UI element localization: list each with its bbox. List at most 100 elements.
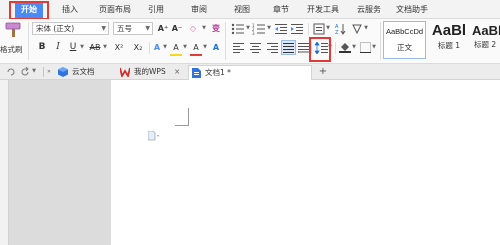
- increase-indent-icon[interactable]: [291, 23, 303, 35]
- divider: [311, 42, 312, 54]
- chevron-down-icon: ▼: [145, 25, 150, 32]
- show-hide-marks-icon[interactable]: [351, 23, 363, 35]
- chevron-down-icon[interactable]: ▼: [327, 41, 333, 54]
- tab-my-wps[interactable]: 我的WPS ×: [118, 65, 183, 80]
- sort-icon[interactable]: AZ: [335, 23, 347, 35]
- justify-icon: [283, 43, 294, 53]
- grow-font-button[interactable]: A⁺: [156, 22, 170, 35]
- menu-document-assistant[interactable]: 文档助手: [396, 3, 428, 17]
- tab-document-1[interactable]: 文档1 *: [188, 65, 312, 80]
- menu-developer-tools[interactable]: 开发工具: [307, 3, 339, 17]
- align-right-icon[interactable]: [267, 43, 278, 53]
- chevron-down-icon[interactable]: ▼: [351, 41, 357, 54]
- tab-cloud-docs[interactable]: 云文档: [56, 65, 112, 80]
- style-heading-2[interactable]: AaBb 标题 2: [472, 21, 500, 59]
- font-color-button[interactable]: A: [190, 41, 202, 54]
- align-center-icon[interactable]: [250, 43, 261, 53]
- style-normal-label: 正文: [397, 43, 412, 52]
- menu-references[interactable]: 引用: [148, 3, 164, 17]
- chevron-down-icon[interactable]: ▼: [31, 65, 37, 78]
- svg-text:3: 3: [252, 31, 255, 35]
- bullet-list-icon[interactable]: [231, 23, 245, 35]
- numbered-list-icon[interactable]: 1 2 3: [252, 23, 266, 35]
- chevron-down-icon[interactable]: ▼: [245, 22, 251, 35]
- highlight-color-bar: [170, 54, 182, 56]
- refresh-icon[interactable]: [20, 67, 30, 77]
- font-size-value: 五号: [117, 24, 132, 33]
- phonetic-guide-icon[interactable]: 变: [210, 22, 222, 35]
- chevron-down-icon[interactable]: ▼: [325, 22, 331, 35]
- chinese-layout-icon[interactable]: [313, 23, 325, 35]
- divider: [380, 22, 381, 60]
- divider: [43, 67, 44, 77]
- chevron-down-icon[interactable]: ▼: [202, 41, 208, 54]
- divider: [308, 23, 309, 35]
- tab-my-wps-label: 我的WPS: [134, 67, 166, 76]
- wps-logo-icon: [120, 67, 130, 77]
- font-color-bar: [190, 54, 202, 56]
- superscript-button[interactable]: X²: [111, 41, 127, 54]
- justify-button[interactable]: [281, 40, 296, 55]
- menu-review[interactable]: 审阅: [191, 3, 207, 17]
- style-normal-sample: AaBbCcDd: [385, 27, 424, 36]
- style-heading-1-sample: AaBl: [431, 22, 467, 39]
- divider: [225, 22, 226, 60]
- format-painter-icon: [5, 22, 21, 37]
- more-tabs-icon[interactable]: »: [46, 65, 52, 78]
- divider: [335, 42, 336, 54]
- strikethrough-button[interactable]: AB: [87, 41, 103, 54]
- highlighter-icon: A: [173, 43, 179, 52]
- tab-cloud-docs-label: 云文档: [72, 67, 95, 76]
- chevron-down-icon[interactable]: ▼: [162, 41, 168, 54]
- menu-home[interactable]: 开始: [15, 2, 43, 18]
- chevron-down-icon[interactable]: ▼: [371, 41, 377, 54]
- chevron-down-icon[interactable]: ▼: [102, 41, 108, 54]
- cloud-sync-icon[interactable]: [6, 67, 16, 77]
- style-heading-2-sample: AaBb: [472, 23, 500, 38]
- document-tab-bar: ▼ » 云文档 我的WPS × 文档1 * +: [0, 64, 500, 80]
- new-tab-button[interactable]: +: [318, 65, 328, 78]
- menu-insert[interactable]: 插入: [62, 3, 78, 17]
- svg-text:Z: Z: [335, 30, 339, 35]
- format-painter-button[interactable]: 格式刷: [0, 21, 26, 61]
- close-icon[interactable]: ×: [174, 65, 180, 79]
- font-name-value: 宋体 (正文): [36, 24, 75, 33]
- divider: [149, 42, 150, 54]
- style-normal[interactable]: AaBbCcDd 正文: [383, 21, 426, 59]
- document-page[interactable]: [111, 80, 500, 245]
- distributed-align-icon[interactable]: [298, 43, 310, 53]
- cube-icon: [58, 67, 68, 77]
- decrease-indent-icon[interactable]: [275, 23, 287, 35]
- chevron-down-icon[interactable]: ▼: [266, 22, 272, 35]
- chevron-down-icon[interactable]: ▼: [182, 41, 188, 54]
- chevron-down-icon[interactable]: ▼: [363, 22, 369, 35]
- subscript-button[interactable]: X₂: [130, 41, 146, 54]
- bold-button[interactable]: B: [36, 41, 48, 54]
- char-border-icon[interactable]: A: [210, 41, 222, 54]
- shrink-font-button[interactable]: A⁻: [170, 22, 184, 35]
- style-heading-1-label: 标题 1: [437, 41, 461, 50]
- style-heading-1[interactable]: AaBl 标题 1: [429, 21, 469, 59]
- font-name-select[interactable]: 宋体 (正文) ▼: [32, 22, 109, 35]
- left-nav-strip: [0, 80, 9, 245]
- paste-options-icon[interactable]: [148, 131, 160, 141]
- borders-icon[interactable]: [360, 42, 371, 53]
- align-left-icon[interactable]: [233, 43, 244, 53]
- shading-icon[interactable]: [339, 41, 351, 53]
- highlight-button[interactable]: A: [170, 41, 182, 54]
- clear-format-button[interactable]: ◇: [186, 22, 200, 35]
- menu-cloud-service[interactable]: 云服务: [357, 3, 381, 17]
- page-margin-corner-marker: [175, 108, 189, 126]
- menu-page-layout[interactable]: 页面布局: [99, 3, 131, 17]
- divider: [28, 22, 29, 60]
- menu-view[interactable]: 视图: [234, 3, 250, 17]
- style-heading-2-label: 标题 2: [474, 40, 497, 49]
- chevron-down-icon[interactable]: ▼: [79, 41, 85, 54]
- format-painter-label: 格式刷: [0, 45, 23, 54]
- font-size-select[interactable]: 五号 ▼: [113, 22, 153, 35]
- italic-button[interactable]: I: [52, 41, 64, 54]
- menu-section[interactable]: 章节: [273, 3, 289, 17]
- underline-button[interactable]: U: [67, 41, 79, 54]
- chevron-down-icon[interactable]: ▼: [200, 22, 208, 35]
- chevron-down-icon: ▼: [101, 25, 106, 32]
